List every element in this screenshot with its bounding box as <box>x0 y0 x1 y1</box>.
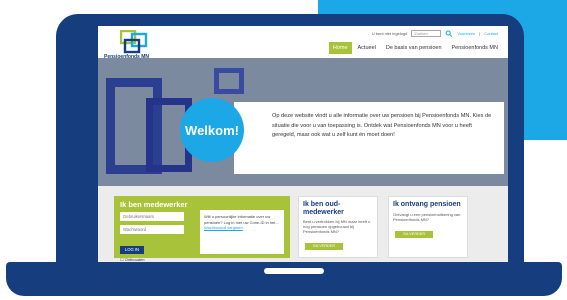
login-status: U bent niet ingelogd <box>371 31 408 36</box>
voorlezen-link[interactable]: Voorlezen <box>457 31 475 36</box>
forgot-password-link[interactable]: Wachtwoord vergeten <box>204 225 280 231</box>
laptop-base <box>6 262 562 296</box>
separator: | <box>479 31 481 36</box>
main-nav: Home Actueel De basis van pensioen Pensi… <box>328 42 502 54</box>
username-field[interactable] <box>120 212 184 221</box>
audience-cards: Ik ben medewerker LOG IN ☐ Onthouden Wil… <box>98 186 508 262</box>
login-form: LOG IN ☐ Onthouden <box>120 212 196 262</box>
laptop-screen: Pensioenfonds MN U bent niet ingelogd Zo… <box>98 26 508 262</box>
former-continue-button[interactable]: GA VERDER <box>305 243 343 250</box>
intro-text: Op deze website vindt u alle informatie … <box>234 102 504 174</box>
employee-card: Ik ben medewerker LOG IN ☐ Onthouden Wil… <box>114 196 290 262</box>
nav-actueel[interactable]: Actueel <box>354 42 380 54</box>
employee-card-title: Ik ben medewerker <box>120 200 188 209</box>
employee-info-text: Wilt u persoonlijke informatie over uw p… <box>204 214 279 225</box>
login-button[interactable]: LOG IN <box>120 246 144 254</box>
search-input[interactable]: Zoeken <box>411 30 442 37</box>
welcome-badge: Welkom! <box>180 98 244 162</box>
nav-basis[interactable]: De basis van pensioen <box>382 42 446 54</box>
former-employee-card: Ik ben oud-medewerker Bent u vertrokken … <box>298 196 378 258</box>
retired-card: Ik ontvang pensioen Ontvangt u een pensi… <box>388 196 468 258</box>
remember-label: Onthouden <box>124 257 145 262</box>
hero-decor-square <box>214 68 244 94</box>
nav-pensioenfonds[interactable]: Pensioenfonds MN <box>448 42 502 54</box>
former-card-text: Bent u vertrokken bij MN maar heeft u no… <box>303 219 371 234</box>
employee-info: Wilt u persoonlijke informatie over uw p… <box>200 210 284 254</box>
nav-home[interactable]: Home <box>328 42 352 54</box>
former-card-title: Ik ben oud-medewerker <box>303 201 344 216</box>
search-icon[interactable] <box>445 30 453 37</box>
remember-checkbox[interactable]: ☐ Onthouden <box>120 257 196 262</box>
contact-link[interactable]: Contact <box>484 31 498 36</box>
utility-bar: U bent niet ingelogd Zoeken Voorlezen | … <box>372 30 498 37</box>
retired-card-text: Ontvangt u een pensioenuitkering van Pen… <box>393 211 461 222</box>
password-field[interactable] <box>120 225 184 234</box>
page: Pensioenfonds MN U bent niet ingelogd Zo… <box>0 0 567 300</box>
logo-icon[interactable] <box>120 30 150 56</box>
laptop-notch <box>264 268 324 274</box>
site-header: Pensioenfonds MN U bent niet ingelogd Zo… <box>98 26 508 62</box>
hero-banner: Op deze website vindt u alle informatie … <box>98 58 508 186</box>
retired-continue-button[interactable]: GA VERDER <box>395 230 433 238</box>
retired-card-title: Ik ontvang pensioen <box>393 201 461 208</box>
